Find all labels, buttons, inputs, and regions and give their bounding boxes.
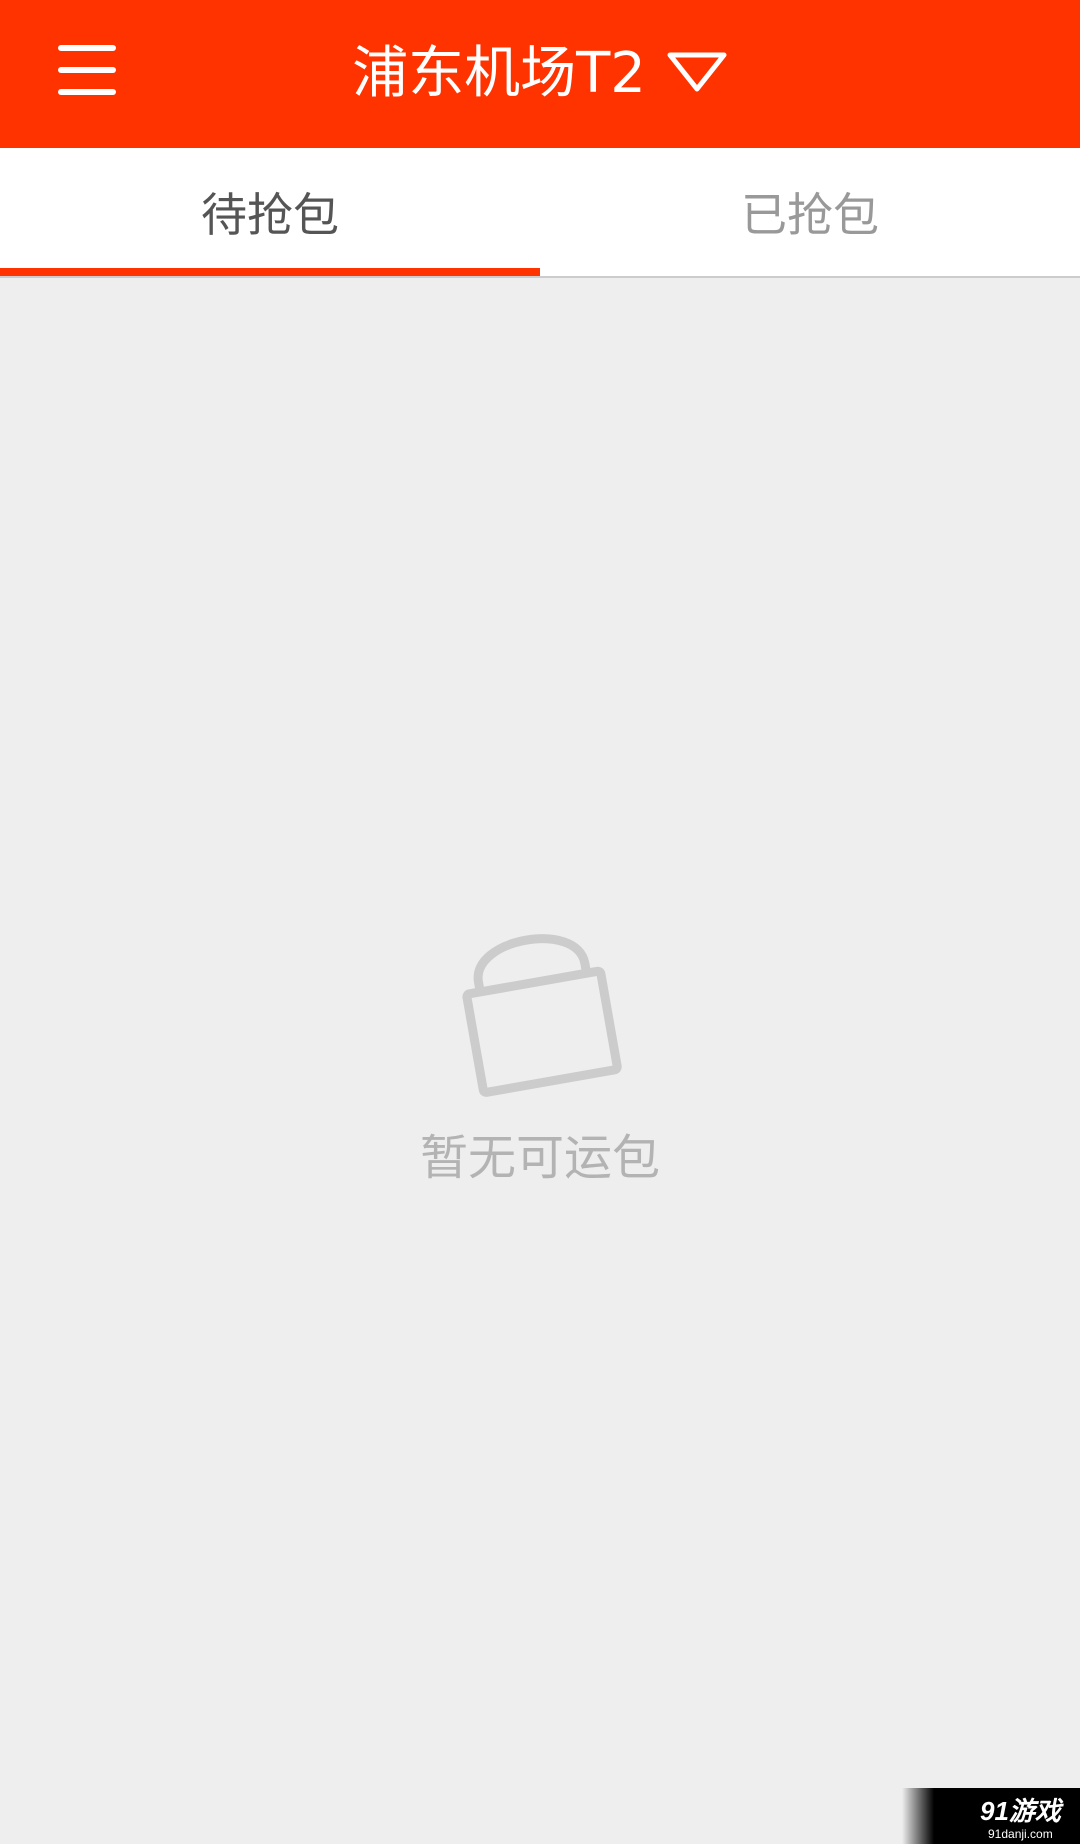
tab-indicator [0, 268, 540, 276]
location-dropdown[interactable]: 浦东机场T2 [352, 46, 728, 102]
tab-pending-label: 待抢包 [201, 188, 339, 242]
empty-message: 暂无可运包 [419, 1130, 660, 1186]
menu-button[interactable] [44, 30, 162, 118]
bag-icon [450, 920, 630, 1104]
watermark-logo: 91游戏 91danji.com [902, 1788, 1080, 1844]
tab-grabbed[interactable]: 已抢包 [540, 148, 1080, 276]
page-title: 浦东机场T2 [352, 41, 646, 106]
tab-pending[interactable]: 待抢包 [0, 148, 540, 276]
triangle-down-icon [666, 49, 728, 99]
svg-text:91游戏: 91游戏 [980, 1796, 1064, 1826]
empty-state: 暂无可运包 [0, 920, 1080, 1182]
svg-text:91danji.com: 91danji.com [988, 1827, 1053, 1841]
hamburger-menu-icon [44, 30, 162, 118]
tab-bar: 待抢包 已抢包 [0, 148, 1080, 278]
app-bar: 浦东机场T2 [0, 0, 1080, 148]
title-wrap: 浦东机场T2 [0, 0, 1080, 148]
tab-grabbed-label: 已抢包 [741, 188, 879, 242]
